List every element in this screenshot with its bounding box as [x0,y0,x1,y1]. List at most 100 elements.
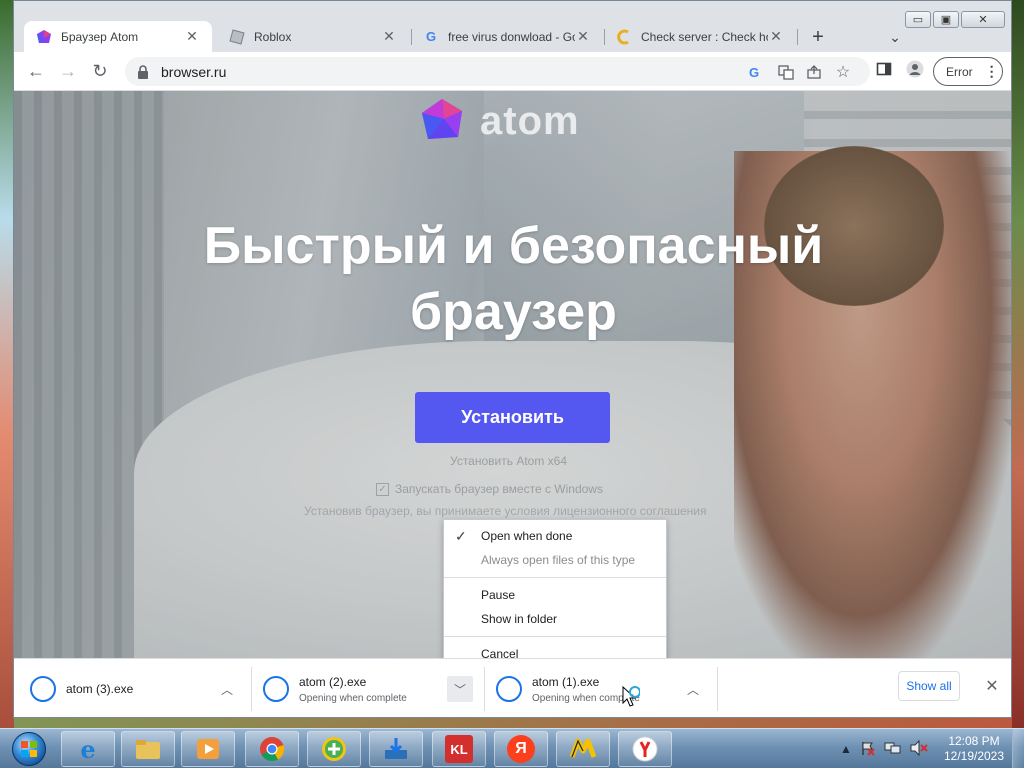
taskbar-plus-app[interactable] [307,731,361,767]
google-lens-icon[interactable]: G [745,63,763,81]
download-item[interactable]: atom (3).exe ︿ [14,659,250,717]
atom-logo[interactable]: atom [418,91,580,151]
google-favicon: G [425,29,437,44]
url-text: browser.ru [161,63,227,80]
menu-item-show-in-folder[interactable]: Show in folder [444,607,666,631]
close-shelf-button[interactable]: ✕ [980,674,1004,698]
system-tray: ▲ [840,729,928,768]
tab-close-icon[interactable]: ✕ [575,28,591,45]
desktop-left-edge [0,0,14,728]
tray-expand-icon[interactable]: ▲ [840,742,852,756]
download-info: atom (3).exe [66,682,133,696]
autostart-option[interactable]: ✓ Запускать браузер вместе с Windows [376,482,603,496]
tab-close-icon[interactable]: ✕ [768,28,784,45]
download-info: atom (2).exe Opening when complete [299,675,407,704]
autostart-checkbox[interactable]: ✓ [376,482,389,496]
forward-button[interactable]: → [55,58,81,84]
internet-explorer-icon: e [80,734,96,764]
taskbar-yandex[interactable]: Я [494,731,548,767]
download-shelf: atom (3).exe ︿ atom (2).exe Opening when… [14,658,1011,717]
taskbar-chrome[interactable] [245,731,299,767]
tab-strip: Браузер Atom ✕ Roblox ✕ G free virus don… [14,1,1011,52]
profile-avatar-icon [906,60,924,83]
tab-roblox[interactable]: Roblox ✕ [217,21,409,52]
close-window-button[interactable]: ✕ [961,11,1005,28]
install-button[interactable]: Установить [415,392,610,443]
taskbar-downloader[interactable] [369,731,423,767]
show-all-downloads-button[interactable]: Show all [898,671,960,701]
menu-item-always-open: Always open files of this type [444,548,666,572]
tab-search-button[interactable]: ⌄ [884,26,906,48]
taskbar-yandex-market[interactable] [556,731,610,767]
autostart-label: Запускать браузер вместе с Windows [395,482,603,496]
menu-item-label: Pause [481,588,516,602]
back-button[interactable]: ← [23,58,49,84]
plus-app-icon [320,735,348,763]
error-label: Error [946,64,973,79]
start-button[interactable] [4,729,54,768]
mouse-cursor-icon [622,686,640,707]
download-item[interactable]: atom (2).exe Opening when complete ﹀ [247,659,483,717]
taskbar-clock[interactable]: 12:08 PM 12/19/2023 [938,734,1010,764]
logo-wordmark: atom [480,98,580,143]
download-filename: atom (3).exe [66,682,134,696]
error-menu-button[interactable]: Error ⋮ [933,57,1003,86]
tab-google[interactable]: G free virus donwload - Go ✕ [411,21,603,52]
taskbar-kl-app[interactable]: KL [432,731,486,767]
close-icon: ✕ [985,678,999,695]
install-x64-link[interactable]: Установить Atom x64 [450,454,567,468]
clock-time: 12:08 PM [948,734,1000,748]
translate-icon[interactable] [777,63,795,81]
tab-check-server[interactable]: Check server : Check ho ✕ [604,21,796,52]
menu-item-label: Always open files of this type [481,553,636,567]
minimize-button[interactable]: ▭ [905,11,931,28]
profile-button[interactable] [902,58,928,84]
taskbar-internet-explorer[interactable]: e [61,731,115,767]
media-player-icon [194,735,222,763]
tab-title: Check server : Check ho [641,29,768,44]
headline-line-1: Быстрый и безопасный [203,217,824,275]
taskbar-media-player[interactable] [181,731,235,767]
chevron-down-icon[interactable]: ﹀ [447,676,473,702]
kl-app-icon: KL [445,735,473,763]
share-icon[interactable] [805,63,823,81]
network-icon[interactable] [884,740,902,759]
side-panel-button[interactable] [871,58,897,84]
clock-date: 12/19/2023 [943,749,1005,763]
taskbar-yandex-browser[interactable] [618,731,672,767]
checkmark-icon: ✓ [455,528,467,544]
tab-atom[interactable]: Браузер Atom ✕ [24,21,212,52]
new-tab-button[interactable]: + [807,26,829,48]
menu-item-cancel[interactable]: Cancel [444,642,666,658]
lock-icon[interactable] [137,64,151,79]
show-desktop-button[interactable] [1012,729,1024,768]
address-bar[interactable]: browser.ru G ☆ [125,57,870,86]
menu-separator [444,577,666,578]
tab-close-icon[interactable]: ✕ [184,28,200,45]
taskbar-file-explorer[interactable] [121,731,175,767]
menu-item-pause[interactable]: Pause [444,583,666,607]
menu-item-open-when-done[interactable]: ✓ Open when done [444,524,666,548]
action-center-flag-icon[interactable] [860,740,876,759]
reload-button[interactable]: ↻ [87,58,113,84]
tab-close-icon[interactable]: ✕ [381,28,397,45]
tab-title: Roblox [254,29,292,44]
tab-title: free virus donwload - Go [448,29,575,44]
chevron-up-icon[interactable]: ︿ [214,676,240,702]
download-monitor-icon [382,735,410,763]
maximize-button[interactable]: ▣ [933,11,959,28]
menu-item-label: Cancel [481,647,519,658]
tab-separator [797,29,798,45]
volume-muted-icon[interactable] [910,739,928,759]
download-progress-ring [496,676,522,702]
download-status: Opening when complete [299,692,407,704]
download-item[interactable]: atom (1).exe Opening when complete ︿ [480,659,716,717]
chevron-up-icon[interactable]: ︿ [680,676,706,702]
side-panel-icon [876,61,892,82]
taskbar: e KL Я ▲ 12:08 PM 12/19/2023 [0,728,1024,768]
download-context-menu: ✓ Open when done Always open files of th… [443,519,667,658]
atom-gem-icon [418,97,466,145]
maximize-icon: ▣ [940,14,952,26]
bookmark-star-icon[interactable]: ☆ [834,63,852,81]
yandex-ya-icon: Я [507,735,535,763]
